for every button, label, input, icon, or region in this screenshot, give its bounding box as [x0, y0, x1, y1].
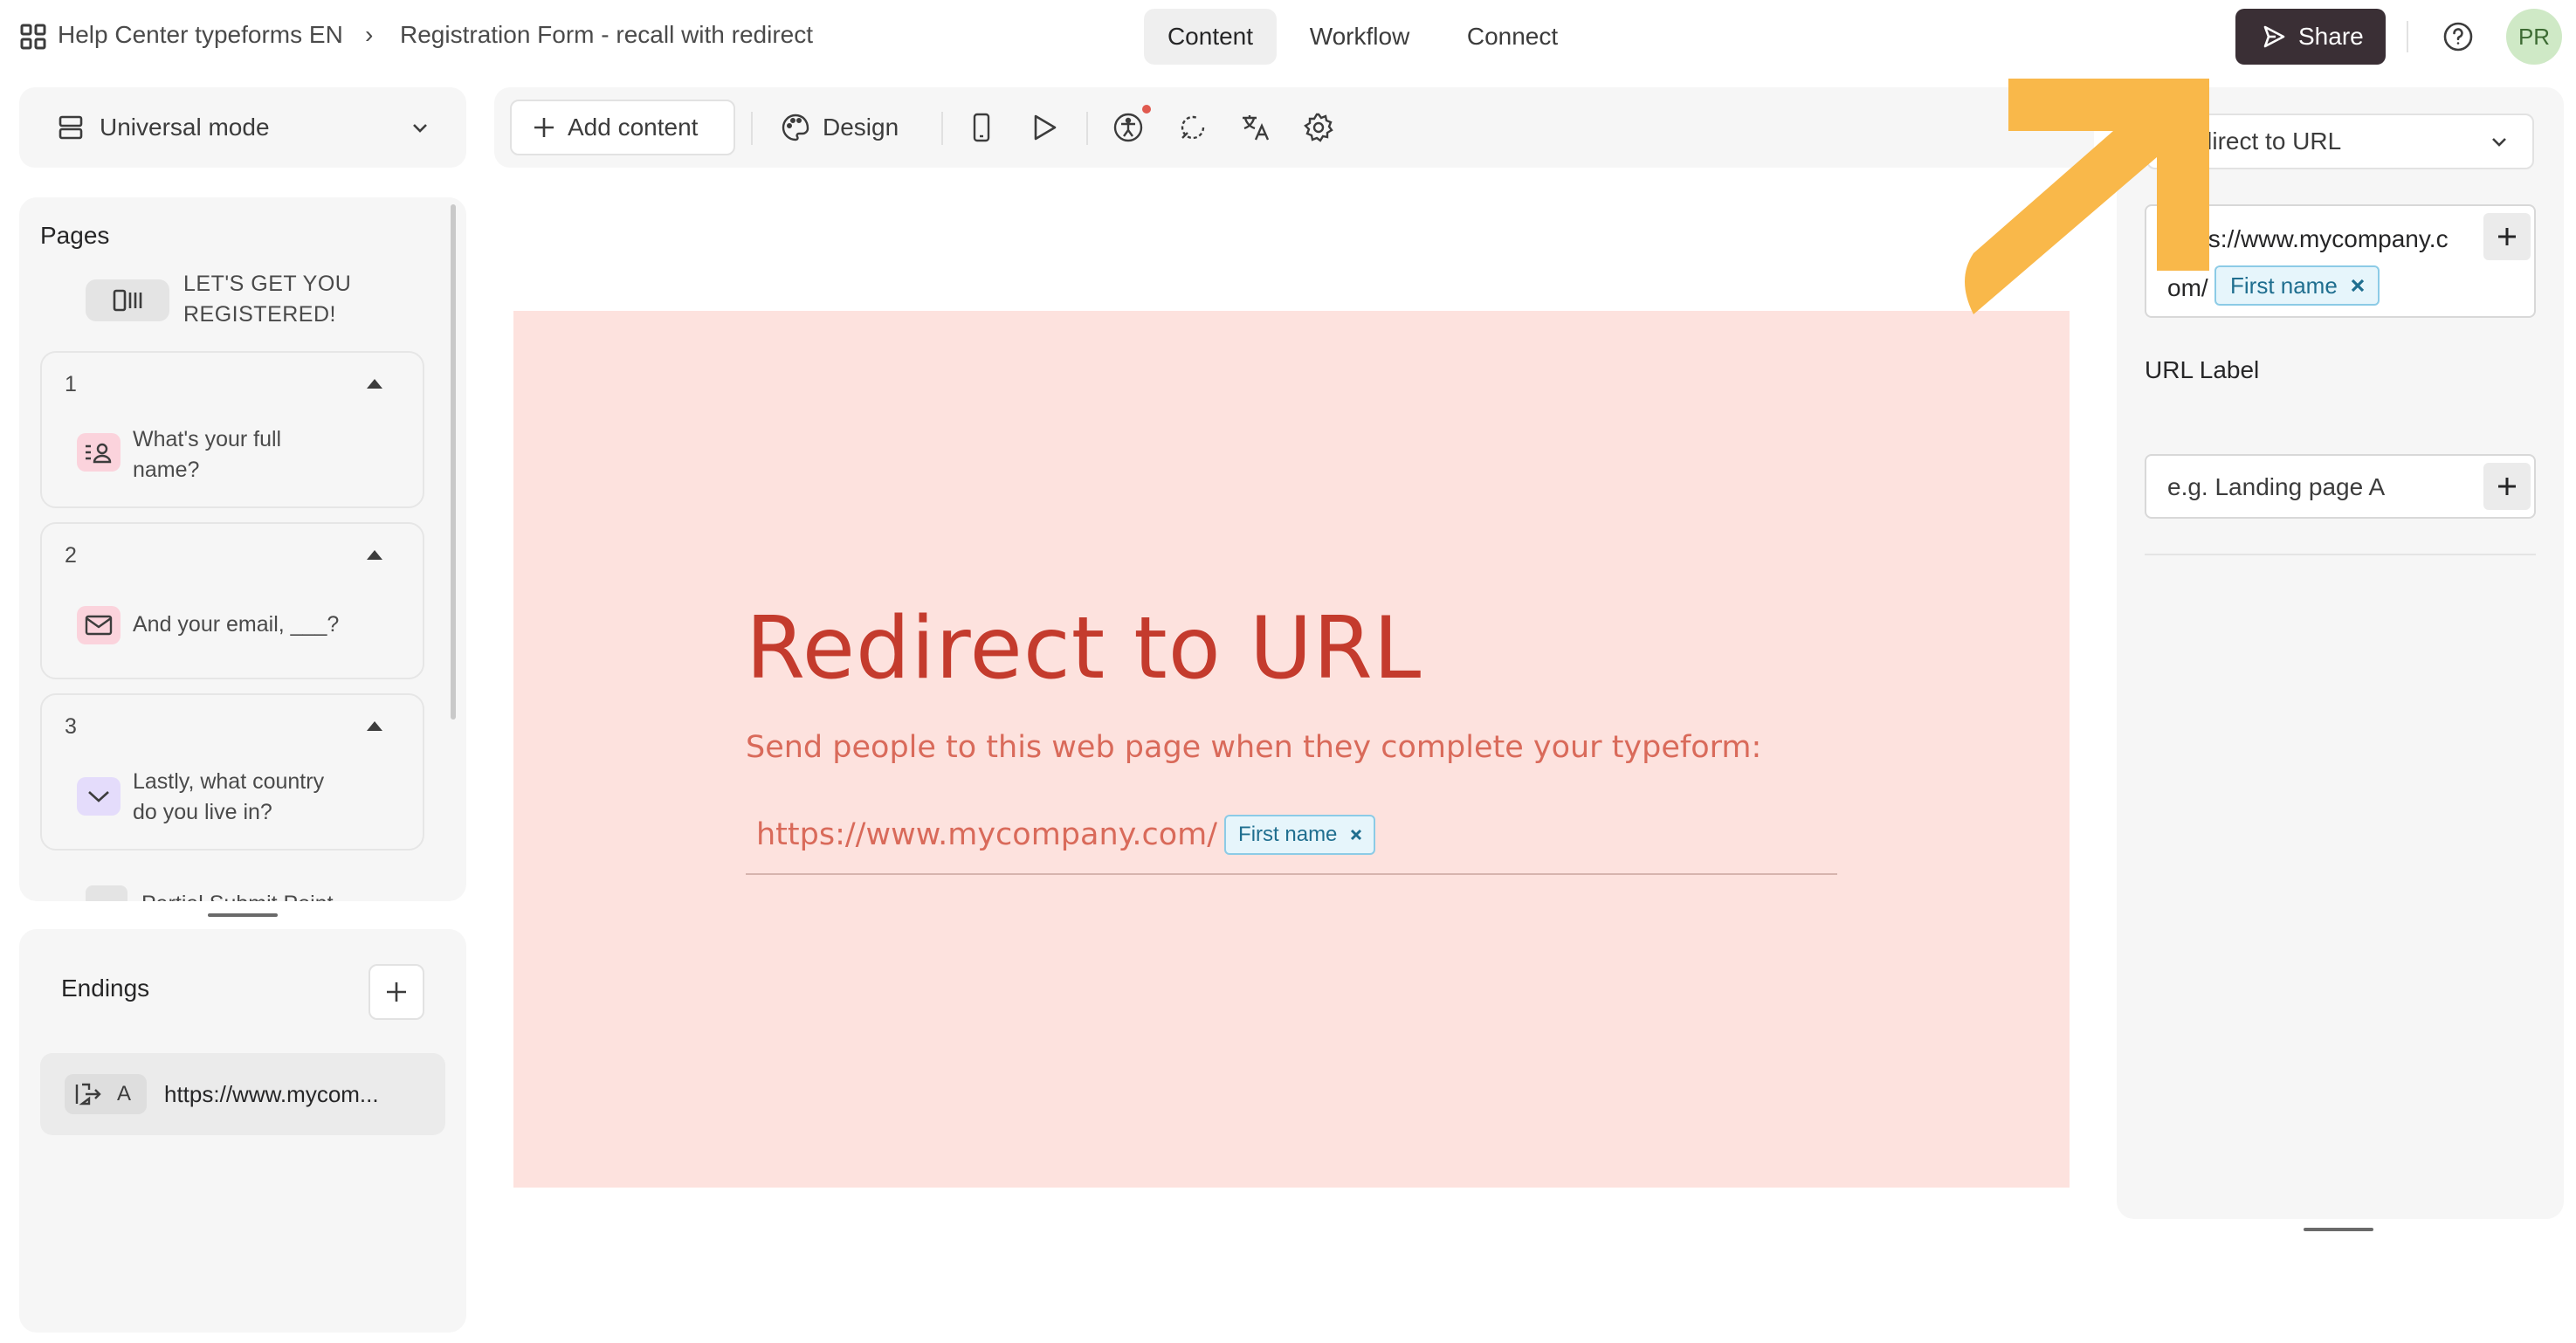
ending-title[interactable]: Redirect to URL — [746, 599, 1422, 699]
pages-panel: Pages LET'S GET YOU REGISTERED! 1 What's… — [19, 197, 466, 901]
add-content-button[interactable]: Add content — [510, 100, 735, 155]
translate-icon[interactable] — [1236, 108, 1275, 147]
contact-info-icon — [77, 433, 121, 472]
chevron-down-icon — [413, 124, 427, 133]
help-icon[interactable] — [2442, 21, 2474, 52]
send-icon — [2263, 25, 2285, 48]
add-content-label: Add content — [568, 114, 699, 141]
welcome-screen-label-2: REGISTERED! — [183, 302, 336, 327]
accessibility-icon[interactable] — [1109, 108, 1147, 147]
notification-dot — [1142, 105, 1151, 114]
envelope-icon — [77, 606, 121, 644]
pages-resize-handle[interactable] — [208, 913, 278, 917]
plus-icon — [387, 982, 406, 1002]
tab-content[interactable]: Content — [1144, 9, 1277, 65]
annotation-arrow — [1965, 79, 2209, 314]
mode-icon — [59, 115, 83, 140]
recall-chip-label: First name — [1238, 823, 1338, 846]
plus-icon — [2498, 478, 2516, 495]
pages-scrollbar[interactable] — [451, 204, 456, 720]
form-title[interactable]: Registration Form - recall with redirect — [400, 21, 813, 49]
toolbar-divider — [941, 112, 943, 145]
toolbar-divider — [751, 112, 753, 145]
collapse-caret-icon[interactable] — [367, 721, 382, 731]
plus-icon — [534, 118, 554, 137]
settings-resize-handle[interactable] — [2304, 1228, 2373, 1231]
design-button[interactable]: Design — [781, 100, 899, 155]
pages-title: Pages — [40, 222, 110, 249]
question-text-2: do you live in? — [133, 800, 272, 824]
toolbar-divider — [1086, 112, 1088, 145]
question-text: What's your full — [133, 427, 282, 451]
ending-badge: A — [65, 1074, 147, 1114]
question-card-1[interactable]: 1 What's your full name? — [40, 351, 424, 508]
question-text: And your email, ___? — [133, 612, 340, 637]
insert-recall-button[interactable] — [2483, 463, 2531, 510]
breadcrumb-workspace[interactable]: Help Center typeforms EN — [58, 21, 343, 49]
welcome-screen-label: LET'S GET YOU — [183, 272, 352, 296]
logic-map-icon[interactable] — [1174, 108, 1212, 147]
question-number: 2 — [65, 543, 77, 568]
apps-grid-icon[interactable] — [19, 23, 47, 51]
redirect-url-display[interactable]: https://www.mycompany.com/ First name — [756, 810, 1376, 859]
add-ending-button[interactable] — [368, 964, 424, 1020]
redirect-url-text: https://www.mycompany.com/ — [756, 817, 1218, 852]
plus-icon — [2498, 228, 2516, 245]
url-label-field[interactable]: e.g. Landing page A — [2145, 454, 2536, 519]
partial-submit-icon — [86, 885, 127, 901]
tab-connect[interactable]: Connect — [1450, 9, 1575, 65]
question-text: Lastly, what country — [133, 769, 325, 794]
settings-divider — [2145, 554, 2536, 555]
collapse-caret-icon[interactable] — [367, 550, 382, 560]
question-number: 1 — [65, 372, 77, 396]
question-card-3[interactable]: 3 Lastly, what country do you live in? — [40, 693, 424, 851]
partial-submit-item[interactable]: Partial Submit Point — [40, 885, 424, 901]
mode-label: Universal mode — [100, 114, 270, 141]
dropdown-chevron-icon — [77, 777, 121, 816]
header-divider — [2407, 21, 2408, 52]
partial-submit-label: Partial Submit Point — [141, 889, 334, 901]
share-label: Share — [2298, 23, 2364, 50]
breadcrumb-separator: › — [365, 21, 374, 48]
ending-description[interactable]: Send people to this web page when they c… — [746, 730, 1761, 765]
collapse-caret-icon[interactable] — [367, 379, 382, 389]
design-label: Design — [823, 114, 899, 141]
mobile-preview-icon[interactable] — [962, 108, 1001, 147]
ending-url: https://www.mycom... — [164, 1080, 379, 1107]
question-card-2[interactable]: 2 And your email, ___? — [40, 522, 424, 679]
tab-workflow[interactable]: Workflow — [1291, 9, 1429, 65]
ending-letter: A — [117, 1082, 132, 1105]
insert-recall-button[interactable] — [2483, 213, 2531, 260]
remove-icon[interactable] — [2350, 278, 2366, 293]
avatar[interactable]: PR — [2506, 9, 2562, 65]
welcome-screen-icon — [86, 279, 169, 321]
question-number: 3 — [65, 714, 77, 739]
url-label-placeholder: e.g. Landing page A — [2167, 473, 2386, 500]
welcome-screen-item[interactable]: LET'S GET YOU REGISTERED! — [40, 267, 442, 337]
endings-title: Endings — [61, 975, 150, 1002]
ending-item-a[interactable]: A https://www.mycom... — [40, 1053, 445, 1135]
recall-chip[interactable]: First name — [1224, 815, 1376, 855]
question-text-2: name? — [133, 458, 200, 482]
palette-icon — [782, 114, 809, 141]
url-underline — [746, 873, 1837, 875]
redirect-icon — [75, 1083, 101, 1105]
chevron-down-icon — [2492, 138, 2506, 147]
endings-panel: Endings A https://www.mycom... — [19, 929, 466, 1333]
settings-gear-icon[interactable] — [1299, 108, 1338, 147]
remove-icon[interactable] — [1349, 828, 1363, 842]
mode-selector[interactable]: Universal mode — [19, 87, 466, 168]
preview-play-icon[interactable] — [1025, 108, 1064, 147]
